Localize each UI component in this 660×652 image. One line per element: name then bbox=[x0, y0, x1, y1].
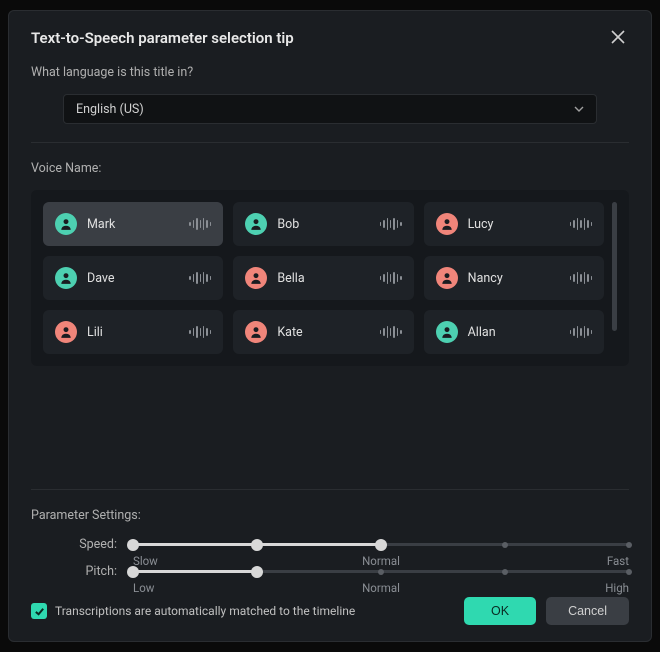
waveform-icon bbox=[189, 217, 211, 231]
voice-card[interactable]: Kate bbox=[233, 310, 413, 354]
speed-label: Speed: bbox=[31, 537, 121, 552]
language-question: What language is this title in? bbox=[31, 65, 629, 80]
waveform-icon bbox=[380, 325, 402, 339]
voice-name: Lucy bbox=[468, 217, 560, 232]
pitch-tick-mid: Normal bbox=[362, 581, 400, 595]
parameter-settings: Parameter Settings: Speed: Slow Normal F… bbox=[31, 508, 629, 591]
avatar bbox=[55, 213, 77, 235]
transcription-checkbox-wrap[interactable]: Transcriptions are automatically matched… bbox=[31, 603, 454, 619]
waveform-icon bbox=[189, 271, 211, 285]
voice-name: Nancy bbox=[468, 271, 560, 286]
voice-grid: Mark Bob Lucy Dave Bella Nancy Lili Kate Allan bbox=[43, 202, 604, 354]
pitch-slider[interactable] bbox=[133, 565, 629, 579]
tts-dialog: Text-to-Speech parameter selection tip W… bbox=[8, 10, 652, 642]
waveform-icon bbox=[380, 271, 402, 285]
close-button[interactable] bbox=[611, 29, 629, 47]
divider bbox=[31, 489, 629, 490]
divider bbox=[31, 142, 629, 143]
waveform-icon bbox=[570, 217, 592, 231]
voice-name: Bella bbox=[277, 271, 369, 286]
voice-name: Bob bbox=[277, 217, 369, 232]
avatar bbox=[436, 267, 458, 289]
avatar bbox=[245, 213, 267, 235]
pitch-tick-high: High bbox=[605, 581, 629, 595]
waveform-icon bbox=[189, 325, 211, 339]
voice-name: Allan bbox=[468, 325, 560, 340]
transcription-checkbox[interactable] bbox=[31, 603, 47, 619]
pitch-label: Pitch: bbox=[31, 564, 121, 579]
language-select[interactable]: English (US) bbox=[63, 94, 597, 124]
dialog-header: Text-to-Speech parameter selection tip bbox=[31, 29, 629, 47]
voice-card[interactable]: Lucy bbox=[424, 202, 604, 246]
avatar bbox=[436, 213, 458, 235]
close-icon bbox=[611, 30, 625, 44]
pitch-slider-row: Pitch: bbox=[31, 564, 629, 579]
voice-name: Mark bbox=[87, 217, 179, 232]
voice-name: Lili bbox=[87, 325, 179, 340]
waveform-icon bbox=[570, 325, 592, 339]
check-icon bbox=[34, 606, 45, 617]
avatar bbox=[436, 321, 458, 343]
voice-name: Dave bbox=[87, 271, 179, 286]
speed-slider-row: Speed: bbox=[31, 537, 629, 552]
cancel-button[interactable]: Cancel bbox=[546, 597, 629, 625]
voice-card[interactable]: Nancy bbox=[424, 256, 604, 300]
chevron-down-icon bbox=[574, 104, 584, 114]
voice-card[interactable]: Bella bbox=[233, 256, 413, 300]
scrollbar[interactable] bbox=[612, 202, 617, 354]
voice-card[interactable]: Lili bbox=[43, 310, 223, 354]
scrollbar-thumb[interactable] bbox=[612, 202, 617, 331]
voice-panel: Mark Bob Lucy Dave Bella Nancy Lili Kate Allan bbox=[31, 190, 629, 366]
voice-card[interactable]: Mark bbox=[43, 202, 223, 246]
param-section-label: Parameter Settings: bbox=[31, 508, 629, 523]
voice-section-label: Voice Name: bbox=[31, 161, 629, 176]
transcription-checkbox-label: Transcriptions are automatically matched… bbox=[55, 604, 355, 618]
language-selected-value: English (US) bbox=[76, 102, 144, 117]
voice-card[interactable]: Bob bbox=[233, 202, 413, 246]
waveform-icon bbox=[380, 217, 402, 231]
waveform-icon bbox=[570, 271, 592, 285]
dialog-footer: Transcriptions are automatically matched… bbox=[31, 597, 629, 625]
avatar bbox=[55, 321, 77, 343]
avatar bbox=[245, 321, 267, 343]
voice-card[interactable]: Allan bbox=[424, 310, 604, 354]
ok-button[interactable]: OK bbox=[464, 597, 536, 625]
avatar bbox=[245, 267, 267, 289]
dialog-title: Text-to-Speech parameter selection tip bbox=[31, 29, 294, 47]
voice-card[interactable]: Dave bbox=[43, 256, 223, 300]
voice-name: Kate bbox=[277, 325, 369, 340]
pitch-tick-low: Low bbox=[133, 581, 154, 595]
speed-slider[interactable] bbox=[133, 538, 629, 552]
avatar bbox=[55, 267, 77, 289]
